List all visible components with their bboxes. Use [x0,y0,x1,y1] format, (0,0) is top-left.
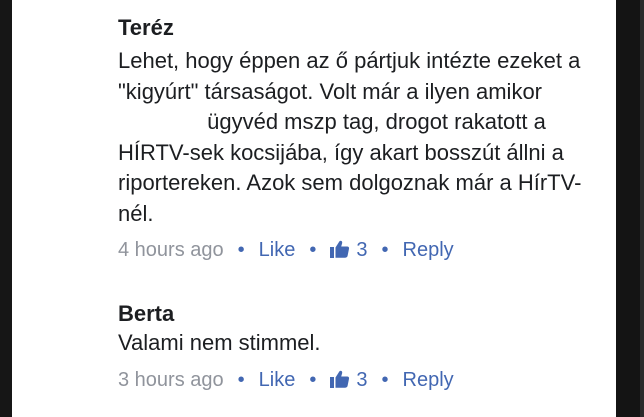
reply-button[interactable]: Reply [403,239,454,261]
comment-meta: 4 hours ago • Like • 3 • Reply [118,237,608,265]
comment-text: Valami nem stimmel. [118,330,321,355]
like-button[interactable]: Like [259,369,296,391]
comments-panel: Teréz Lehet, hogy éppen az ő pártjuk int… [12,0,616,417]
comment: Teréz Lehet, hogy éppen az ő pártjuk int… [118,14,608,265]
like-button[interactable]: Like [259,239,296,261]
like-count-value: 3 [356,368,368,391]
comment-timestamp[interactable]: 3 hours ago [118,369,224,391]
separator-dot: • [381,239,389,261]
screenshot-frame-left [0,0,12,417]
separator-dot: • [309,239,317,261]
comment-text-part: Lehet, hogy éppen az ő pártjuk intézte e… [118,48,581,104]
separator-dot: • [309,368,317,391]
comment-text-part: ügyvéd mszp tag, drogot rakatott a HÍRTV… [118,109,582,226]
comment-text: Lehet, hogy éppen az ő pártjuk intézte e… [118,46,608,229]
like-count[interactable]: 3 [330,239,368,261]
reply-button[interactable]: Reply [403,369,454,391]
separator-dot: • [381,368,389,391]
comment: Berta Valami nem stimmel. 3 hours ago • Li… [118,300,608,395]
comment-author[interactable]: Teréz [118,14,608,42]
separator-dot: • [237,368,245,391]
screenshot-frame-edge [640,0,644,417]
like-count-value: 3 [356,239,368,261]
comment-meta: 3 hours ago • Like • 3 • Reply [118,367,608,395]
screenshot-frame-right [616,0,644,417]
thumbs-up-icon [330,239,350,265]
comment-author[interactable]: Berta [118,300,608,328]
comment-timestamp[interactable]: 4 hours ago [118,239,224,261]
like-count[interactable]: 3 [330,368,368,391]
separator-dot: • [237,239,245,261]
thumbs-up-icon [330,369,350,395]
